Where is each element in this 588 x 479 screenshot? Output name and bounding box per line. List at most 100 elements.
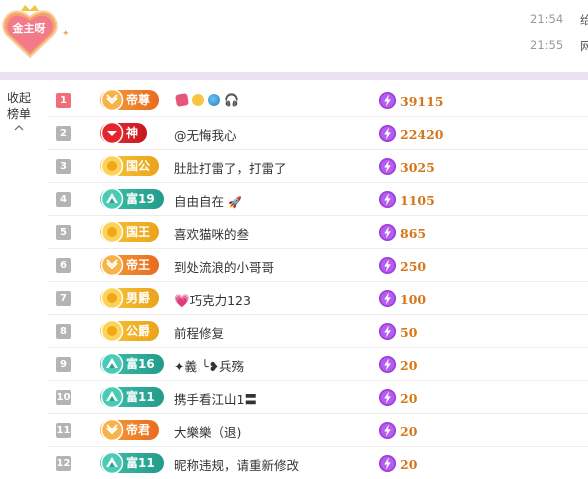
ranking-row[interactable]: 1 帝尊 🎧 39115 [48, 84, 588, 117]
lightning-coin-icon [378, 223, 397, 242]
heart-icon [175, 93, 189, 107]
user-name-text: 到处流浪的小哥哥 [174, 260, 275, 275]
user-name[interactable]: 自由自在 🚀 [174, 191, 242, 210]
rank-number: 5 [56, 225, 71, 240]
collapse-label-line1: 收起 [6, 91, 31, 105]
ranking-row[interactable]: 5 国王 喜欢猫咪的叁 865 [48, 216, 588, 249]
badge-label: 帝王 [126, 258, 151, 272]
rank-number: 12 [56, 456, 71, 471]
user-name-text: 自由自在 [174, 194, 225, 209]
sparkle-icon: ✦ [62, 29, 70, 39]
level-badge: 国公 [100, 154, 160, 178]
user-name-text: 💗巧克力123 [174, 293, 251, 308]
badge-label: 男爵 [126, 291, 151, 305]
ranking-row[interactable]: 3 国公 肚肚打雷了，打雷了 3025 [48, 150, 588, 183]
message-time: 21:54 [530, 12, 564, 26]
ranking-row[interactable]: 2 神 @无悔我心 22420 [48, 117, 588, 150]
user-name[interactable]: 🎧 [174, 92, 239, 107]
user-name[interactable]: 携手看江山1〓 [174, 389, 257, 408]
user-name[interactable]: 大樂樂（退) [174, 422, 241, 441]
lightning-coin-icon [378, 190, 397, 209]
score-value: 250 [400, 259, 427, 274]
level-badge: 富16 [100, 352, 164, 376]
user-name-text: 肚肚打雷了，打雷了 [174, 161, 287, 176]
user-name[interactable]: 💗巧克力123 [174, 290, 251, 309]
ranking-list: 1 帝尊 🎧 39115 2 神 @无悔我心 22420 3 国公 肚肚打雷了，打雷了 3025 4 富1… [48, 84, 588, 479]
globe-icon [208, 94, 220, 106]
rank-number: 6 [56, 258, 71, 273]
level-badge: 帝君 [100, 418, 160, 442]
user-name[interactable]: 肚肚打雷了，打雷了 [174, 158, 287, 177]
user-name[interactable]: 昵称违规，请重新修改 [174, 455, 299, 474]
chat-message: 21:55 网 [530, 38, 588, 53]
user-name-text: 携手看江山1〓 [174, 392, 257, 407]
ranking-row[interactable]: 8 公爵 前程修复 50 [48, 315, 588, 348]
score-value: 20 [400, 424, 418, 439]
score-value: 3025 [400, 160, 435, 175]
lightning-coin-icon [378, 388, 397, 407]
ranking-row[interactable]: 9 富16 ✦義 ╰❥兵殇 20 [48, 348, 588, 381]
rank-number: 3 [56, 159, 71, 174]
score-value: 20 [400, 391, 418, 406]
badge-label: 富11 [126, 390, 155, 404]
score-value: 39115 [400, 94, 444, 109]
score-value: 20 [400, 358, 418, 373]
level-badge: 富11 [100, 451, 164, 475]
chat-header: 金主呀 ✦ 21:54 给 21:55 网 [0, 0, 588, 72]
user-name-text: 昵称违规，请重新修改 [174, 458, 300, 473]
lightning-coin-icon [378, 91, 397, 110]
badge-label: 公爵 [126, 324, 151, 338]
user-name-text: 大樂樂（退) [174, 425, 242, 440]
face-icon [192, 94, 204, 106]
score-value: 22420 [400, 127, 444, 142]
user-name-text: ✦義 ╰❥兵殇 [174, 359, 244, 374]
rank-number: 11 [56, 423, 71, 438]
lightning-coin-icon [378, 157, 397, 176]
rocket-icon: 🚀 [228, 196, 242, 209]
ranking-row[interactable]: 7 男爵 💗巧克力123 100 [48, 282, 588, 315]
user-name[interactable]: ✦義 ╰❥兵殇 [174, 356, 244, 375]
level-badge: 神 [100, 121, 148, 145]
section-divider [0, 72, 588, 80]
lightning-coin-icon [378, 421, 397, 440]
user-name[interactable]: 前程修复 [174, 323, 224, 342]
level-badge: 帝王 [100, 253, 160, 277]
level-badge: 帝尊 [100, 88, 160, 112]
rank-number: 10 [56, 390, 71, 405]
chat-message: 21:54 给 [530, 12, 588, 27]
rank-number: 8 [56, 324, 71, 339]
collapse-ranking-button[interactable]: 收起 榜单 [4, 90, 34, 133]
headphones-icon: 🎧 [224, 93, 239, 107]
badge-label: 富11 [126, 456, 155, 470]
ranking-row[interactable]: 6 帝王 到处流浪的小哥哥 250 [48, 249, 588, 282]
score-value: 50 [400, 325, 418, 340]
message-text: 网 [580, 39, 588, 53]
message-time: 21:55 [530, 38, 564, 52]
badge-label: 国公 [126, 159, 151, 173]
ranking-row[interactable]: 10 富11 携手看江山1〓 20 [48, 381, 588, 414]
user-name-text: 喜欢猫咪的叁 [174, 227, 250, 242]
user-name[interactable]: @无悔我心 [174, 125, 237, 144]
lightning-coin-icon [378, 124, 397, 143]
ranking-row[interactable]: 4 富19 自由自在 🚀 1105 [48, 183, 588, 216]
logo-text: 金主呀 [12, 22, 46, 35]
rank-number: 1 [56, 93, 71, 108]
lightning-coin-icon [378, 355, 397, 374]
user-name[interactable]: 喜欢猫咪的叁 [174, 224, 249, 243]
user-name-text: 前程修复 [174, 326, 225, 341]
rank-number: 7 [56, 291, 71, 306]
level-badge: 富19 [100, 187, 164, 211]
level-badge: 富11 [100, 385, 164, 409]
badge-label: 国王 [126, 225, 151, 239]
level-badge: 国王 [100, 220, 160, 244]
badge-label: 帝君 [126, 423, 151, 437]
score-value: 1105 [400, 193, 435, 208]
score-value: 100 [400, 292, 427, 307]
rank-number: 4 [56, 192, 71, 207]
user-name[interactable]: 到处流浪的小哥哥 [174, 257, 274, 276]
lightning-coin-icon [378, 454, 397, 473]
ranking-row[interactable]: 11 帝君 大樂樂（退) 20 [48, 414, 588, 447]
level-badge: 男爵 [100, 286, 160, 310]
user-name-text: @无悔我心 [174, 128, 237, 143]
ranking-row[interactable]: 12 富11 昵称违规，请重新修改 20 [48, 447, 588, 479]
